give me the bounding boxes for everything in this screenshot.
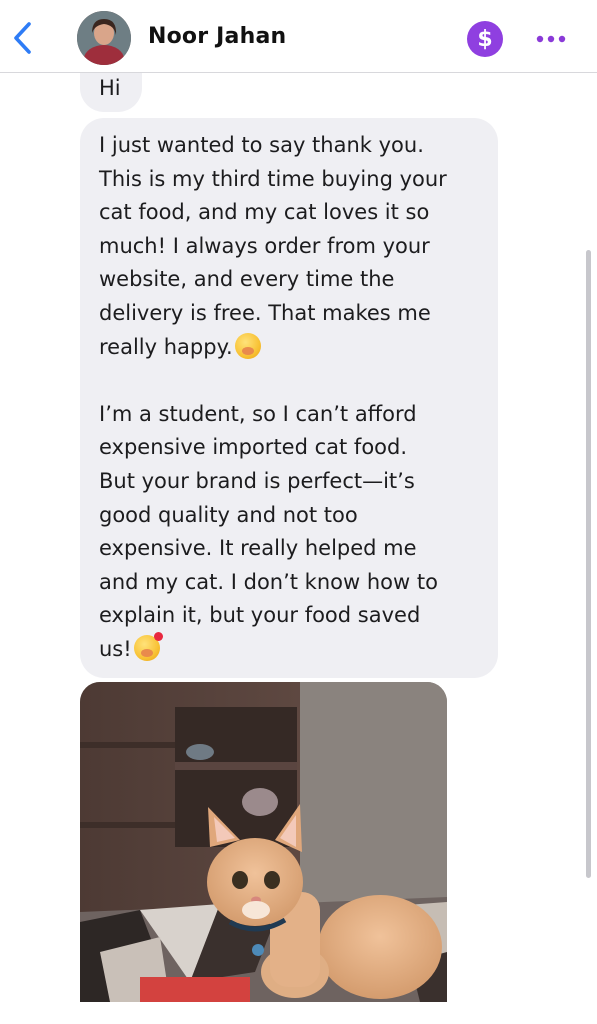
smiling-face-with-hearts-emoji-icon — [133, 631, 163, 661]
message-line: website, and every time the — [99, 267, 395, 292]
message-line: good quality and not too — [99, 502, 358, 527]
avatar-image — [77, 11, 131, 65]
message-line: delivery is free. That makes me — [99, 300, 431, 325]
dollar-icon: $ — [477, 26, 493, 52]
message-line: and my cat. I don’t know how to — [99, 569, 438, 594]
message-text: Hi — [99, 76, 121, 100]
message-line-with-emoji: really happy. — [99, 331, 486, 365]
hand-over-mouth-emoji-icon — [234, 332, 261, 359]
more-options-button[interactable] — [533, 24, 569, 54]
message-line-with-emoji: us! — [99, 631, 486, 667]
avatar[interactable] — [77, 11, 131, 65]
contact-name[interactable]: Noor Jahan — [148, 24, 286, 49]
back-button[interactable] — [8, 18, 38, 58]
message-line: cat food, and my cat loves it so — [99, 200, 430, 225]
message-line: I just wanted to say thank you. — [99, 133, 424, 157]
chat-header: Noor Jahan $ — [0, 0, 597, 73]
message-line: But your brand is perfect—it’s — [99, 468, 415, 493]
bottom-edge — [0, 1016, 597, 1024]
message-line: much! I always order from your — [99, 233, 430, 258]
cat-photo[interactable] — [80, 682, 447, 1002]
payment-button[interactable]: $ — [467, 21, 503, 57]
scrollbar[interactable] — [586, 250, 591, 878]
message-line-text: us! — [99, 636, 132, 661]
chat-screen: Hi I just wanted to say thank you. This … — [0, 0, 597, 1024]
cat-photo-illustration — [80, 682, 447, 1002]
message-line: I’m a student, so I can’t afford — [99, 401, 417, 426]
more-horizontal-icon — [536, 35, 566, 43]
message-line-text: really happy. — [99, 334, 233, 359]
message-line: expensive imported cat food. — [99, 435, 408, 460]
message-line: This is my third time buying your — [99, 166, 447, 191]
message-bubble-thank-you[interactable]: I just wanted to say thank you. This is … — [80, 118, 498, 678]
message-line: explain it, but your food saved — [99, 603, 421, 628]
chevron-left-icon — [14, 22, 31, 54]
message-line: expensive. It really helped me — [99, 536, 417, 561]
